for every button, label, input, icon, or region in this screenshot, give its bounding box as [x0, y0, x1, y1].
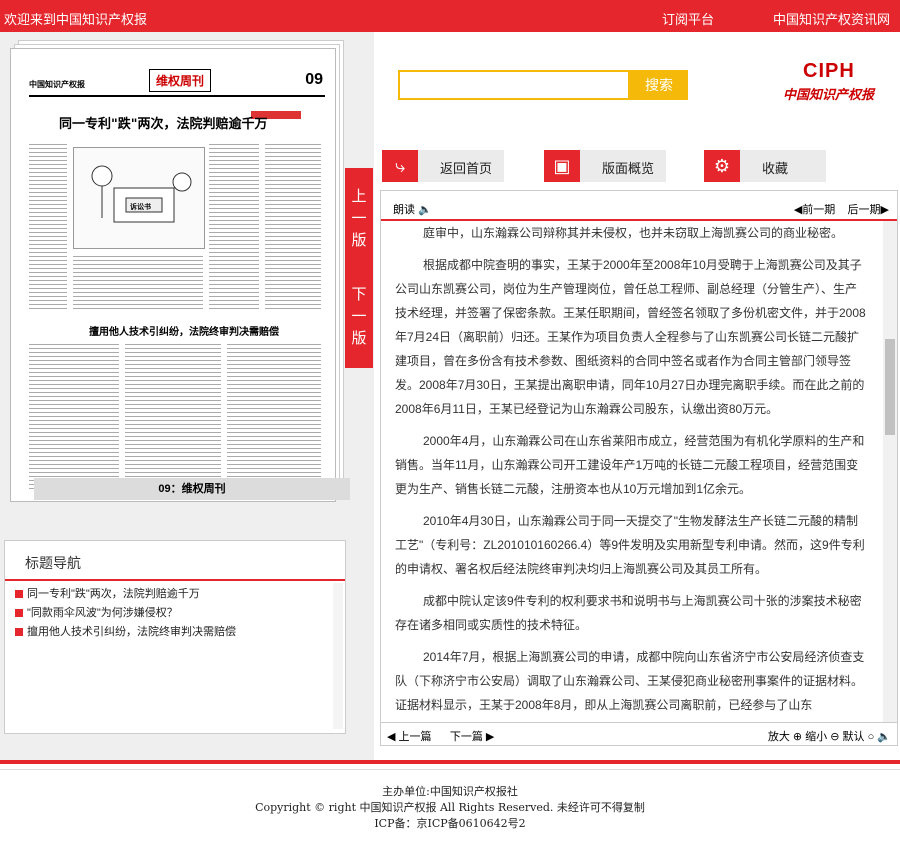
speaker-icon[interactable]: 🔈 — [877, 731, 891, 743]
edition-label: 09：维权周刊 — [34, 478, 350, 500]
footer-icp: ICP备：京ICP备0610642号2 — [374, 817, 526, 830]
bullet-icon — [15, 628, 23, 637]
article-paragraph: 2000年4月，山东瀚霖公司在山东省莱阳市成立，经营范围为有机化学原料的生产和销… — [395, 434, 865, 496]
zoom-in-label: 放大 — [767, 731, 790, 743]
search-button[interactable]: 搜索 — [630, 70, 688, 100]
zoom-out-button[interactable]: 缩小 ⊖ — [805, 731, 839, 743]
font-size-controls: 放大 ⊕ 缩小 ⊖ 默认 ○ 🔈 — [768, 728, 891, 744]
nav-item-label: 同一专利"跌"两次，法院判赔逾千万 — [27, 588, 200, 600]
title-navigation-list: 同一专利"跌"两次，法院判赔逾千万 "同款雨伞风波"为何涉嫌侵权？ 擅用他人技术… — [15, 585, 236, 642]
footer-divider — [0, 760, 900, 764]
list-item[interactable]: "同款雨伞风波"为何涉嫌侵权？ — [15, 604, 236, 623]
newspaper-page[interactable]: 中国知识产权报 维权周刊 09 同一专利"跌"两次，法院判赔逾千万 诉讼书 擅用… — [10, 48, 336, 502]
footer-copyright: Copyright © right 中国知识产权报 All Rights Res… — [255, 801, 645, 814]
prev-issue-label: 前一期 — [802, 204, 836, 216]
default-size-button[interactable]: 默认 ○ — [843, 731, 875, 743]
zoom-out-icon: ⊖ — [830, 731, 840, 743]
default-size-label: 默认 — [842, 731, 865, 743]
next-edition-label: 下一版 — [351, 286, 367, 347]
footer-divider-thin — [0, 769, 900, 770]
nav-item-label: 擅用他人技术引纠纷，法院终审判决需赔偿 — [27, 626, 236, 638]
zoom-out-label: 缩小 — [805, 731, 828, 743]
article-nav: ◀ 上一篇 下一篇 ▶ — [387, 728, 494, 744]
favorite-button-label: 收藏 — [762, 161, 789, 176]
prev-edition-tab[interactable]: 上一版 — [345, 168, 373, 270]
paper-text-column — [227, 341, 321, 491]
title-navigation-heading: 标题导航 — [25, 555, 81, 571]
bullet-icon — [15, 590, 23, 599]
next-article-link[interactable]: 下一篇 ▶ — [450, 731, 495, 743]
title-navigation: 标题导航 同一专利"跌"两次，法院判赔逾千万 "同款雨伞风波"为何涉嫌侵权？ 擅… — [4, 540, 346, 734]
subscribe-link[interactable]: 订阅平台 — [662, 9, 714, 28]
list-item[interactable]: 擅用他人技术引纠纷，法院终审判决需赔偿 — [15, 623, 236, 642]
home-button[interactable]: ⤷ 返回首页 — [382, 150, 504, 182]
footer: 主办单位:中国知识产权报社 Copyright © right 中国知识产权报 … — [0, 784, 900, 832]
welcome-text: 欢迎来到中国知识产权报 — [4, 12, 148, 27]
footer-sponsor: 主办单位:中国知识产权报社 — [382, 785, 518, 798]
default-circle-icon: ○ — [867, 731, 875, 743]
read-aloud-label: 朗读 — [393, 204, 415, 216]
paper-text-column — [29, 341, 119, 491]
title-navigation-divider — [5, 579, 345, 581]
zoom-in-button[interactable]: 放大 ⊕ — [768, 731, 802, 743]
zoom-in-icon: ⊕ — [792, 731, 803, 743]
paper-cartoon: 诉讼书 — [73, 147, 205, 249]
speaker-icon: 🔈 — [418, 204, 432, 216]
article-reader: 朗读 🔈 ◀前一期 后一期▶ 庭审中，山东瀚霖公司辩称其并未侵权，也并未窃取上海… — [380, 190, 898, 746]
prev-article-link[interactable]: ◀ 上一篇 — [387, 731, 432, 743]
paper-masthead: 中国知识产权报 维权周刊 09 — [29, 69, 325, 97]
article-paragraph: 根据成都中院查明的事实，王某于2000年至2008年10月受聘于上海凯赛公司及其… — [395, 258, 866, 416]
prev-edition-label: 上一版 — [351, 188, 367, 249]
article-paragraph: 2010年4月30日，山东瀚霖公司于同一天提交了"生物发酵法生产长链二元酸的精制… — [395, 514, 865, 576]
paper-text-column — [265, 141, 321, 311]
article-paragraph: 庭审中，山东瀚霖公司辩称其并未侵权，也并未窃取上海凯赛公司的商业秘密。 — [423, 226, 844, 240]
overview-button[interactable]: ▣ 版面概览 — [544, 150, 666, 182]
gear-icon: ⚙ — [704, 150, 740, 182]
search-input[interactable] — [398, 70, 630, 100]
newspaper-preview[interactable]: 中国知识产权报 维权周刊 09 同一专利"跌"两次，法院判赔逾千万 诉讼书 擅用… — [10, 40, 350, 508]
overview-grid-icon: ▣ — [544, 150, 580, 182]
paper-headline[interactable]: 同一专利"跌"两次，法院判赔逾千万 — [59, 113, 268, 132]
logo-cn-text: 中国知识产权报 — [783, 87, 875, 102]
paper-masthead-name: 中国知识产权报 — [29, 80, 85, 89]
overview-button-label: 版面概览 — [602, 161, 655, 176]
paper-text-column — [125, 341, 221, 491]
next-issue-link[interactable]: 后一期▶ — [848, 204, 889, 216]
next-issue-label: 后一期 — [847, 204, 881, 216]
title-navigation-scrollbar[interactable] — [333, 583, 343, 729]
prev-article-label: 上一篇 — [398, 731, 432, 743]
paper-text-column — [73, 253, 203, 311]
list-item[interactable]: 同一专利"跌"两次，法院判赔逾千万 — [15, 585, 236, 604]
prev-issue-link[interactable]: ◀前一期 — [794, 204, 835, 216]
paper-headline-2[interactable]: 擅用他人技术引纠纷，法院终审判决需赔偿 — [89, 323, 279, 338]
cartoon-illustration — [91, 165, 192, 223]
logo-text: CIPH — [803, 60, 855, 82]
favorite-button[interactable]: ⚙ 收藏 — [704, 150, 826, 182]
paper-text-column — [209, 141, 259, 311]
next-edition-tab[interactable]: 下一版 — [345, 268, 373, 368]
home-button-label: 返回首页 — [440, 161, 493, 176]
paper-page-number: 09 — [305, 71, 323, 88]
article-content: 庭审中，山东瀚霖公司辩称其并未侵权，也并未窃取上海凯赛公司的商业秘密。 根据成都… — [381, 221, 881, 721]
bullet-icon — [15, 609, 23, 618]
cartoon-caption: 诉讼书 — [130, 204, 151, 211]
article-scrollbar[interactable] — [883, 221, 897, 723]
top-bar: 欢迎来到中国知识产权报 订阅平台 中国知识产权资讯网 — [0, 0, 900, 32]
nav-item-label: "同款雨伞风波"为何涉嫌侵权？ — [27, 607, 178, 619]
paper-text-column — [29, 141, 67, 311]
ciph-logo: CIPH 中国知识产权报 — [783, 60, 893, 104]
article-paragraph: 成都中院认定该9件专利的权利要求书和说明书与上海凯赛公司十张的涉案技术秘密存在诸… — [395, 594, 862, 632]
news-site-link[interactable]: 中国知识产权资讯网 — [773, 9, 890, 28]
reader-bottom-bar: ◀ 上一篇 下一篇 ▶ 放大 ⊕ 缩小 ⊖ 默认 ○ 🔈 — [381, 722, 897, 745]
next-article-label: 下一篇 — [449, 731, 483, 743]
return-arrow-icon: ⤷ — [382, 150, 418, 182]
scrollbar-thumb[interactable] — [885, 339, 895, 435]
paper-section: 维权周刊 — [149, 69, 212, 92]
reader-toolbar: 朗读 🔈 ◀前一期 后一期▶ — [381, 191, 897, 221]
article-paragraph: 2014年7月，根据上海凯赛公司的申请，成都中院向山东省济宁市公安局经济侦查支队… — [395, 650, 865, 712]
read-aloud-button[interactable]: 朗读 🔈 — [393, 201, 432, 217]
issue-nav: ◀前一期 后一期▶ — [794, 201, 889, 217]
